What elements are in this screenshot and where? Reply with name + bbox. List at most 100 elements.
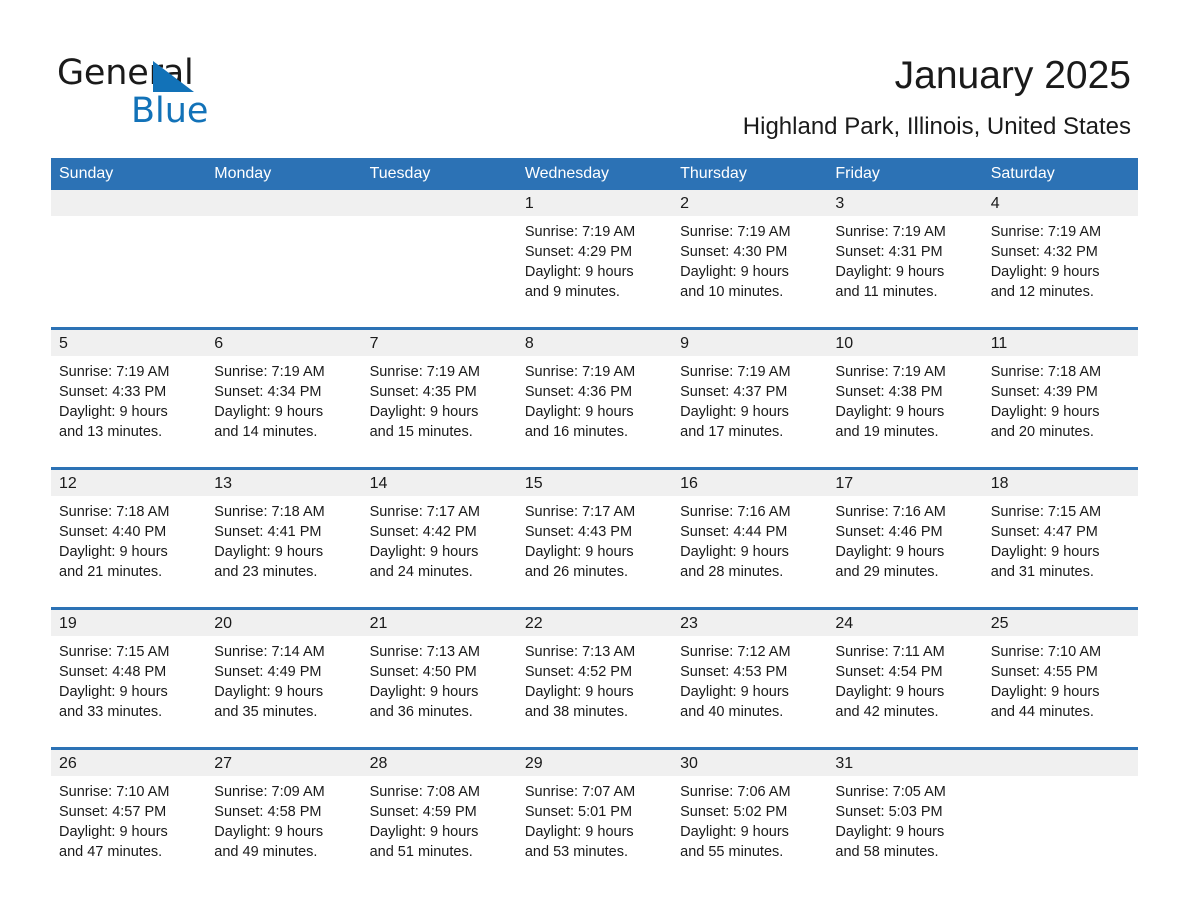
day-details: Sunrise: 7:15 AM Sunset: 4:48 PM Daylight:…	[51, 636, 206, 736]
calendar-day-cell[interactable]: 3 Sunrise: 7:19 AM Sunset: 4:31 PM Daylight…	[827, 190, 983, 316]
day-number: 10	[827, 330, 983, 356]
sunrise-text: Sunrise: 7:17 AM	[369, 504, 480, 520]
calendar-day-cell[interactable]: 13 Sunrise: 7:18 AM Sunset: 4:41 PM Dayligh…	[206, 467, 362, 596]
logo-text-blue: Blue	[131, 91, 209, 131]
day-number: 13	[206, 470, 362, 496]
daylight-text-line1: Daylight: 9 hours	[59, 824, 168, 840]
sunrise-text: Sunrise: 7:15 AM	[990, 504, 1102, 520]
calendar-day-cell[interactable]: 12 Sunrise: 7:18 AM Sunset: 4:40 PM Dayligh…	[51, 467, 207, 596]
day-number	[206, 190, 362, 216]
day-number: 7	[361, 330, 517, 356]
sunrise-text: Sunrise: 7:18 AM	[59, 504, 170, 520]
calendar-day-cell[interactable]: 17 Sunrise: 7:16 AM Sunset: 4:46 PM Dayligh…	[827, 467, 983, 596]
daylight-text-line2: and 44 minutes.	[990, 704, 1094, 720]
calendar-day-cell[interactable]: 18 Sunrise: 7:15 AM Sunset: 4:47 PM Dayligh…	[982, 467, 1138, 596]
sunset-text: Sunset: 4:32 PM	[990, 244, 1098, 260]
day-number: 29	[516, 750, 673, 776]
calendar-day-cell[interactable]: 14 Sunrise: 7:17 AM Sunset: 4:42 PM Dayligh…	[361, 467, 517, 596]
daylight-text-line2: and 21 minutes.	[59, 564, 163, 580]
calendar-day-cell[interactable]: 22 Sunrise: 7:13 AM Sunset: 4:52 PM Dayligh…	[516, 607, 673, 736]
day-details: Sunrise: 7:19 AM Sunset: 4:31 PM Daylight:…	[827, 216, 982, 316]
calendar-day-cell[interactable]: 1 Sunrise: 7:19 AM Sunset: 4:29 PM Daylight…	[516, 190, 673, 316]
calendar-day-cell[interactable]: 29 Sunrise: 7:07 AM Sunset: 5:01 PM Dayligh…	[516, 747, 673, 876]
calendar-day-cell[interactable]: 26 Sunrise: 7:10 AM Sunset: 4:57 PM Dayligh…	[51, 747, 207, 876]
page-header: General Blue January 2025 Highland Park,…	[0, 0, 1188, 150]
day-details: Sunrise: 7:08 AM Sunset: 4:59 PM Daylight:…	[362, 776, 517, 876]
day-details: Sunrise: 7:19 AM Sunset: 4:32 PM Daylight:…	[983, 216, 1138, 316]
sunrise-text: Sunrise: 7:19 AM	[680, 224, 791, 240]
sunset-text: Sunset: 5:01 PM	[524, 804, 633, 820]
calendar-day-cell[interactable]: 27 Sunrise: 7:09 AM Sunset: 4:58 PM Dayligh…	[206, 747, 362, 876]
day-number: 18	[982, 470, 1138, 496]
daylight-text-line1: Daylight: 9 hours	[835, 404, 945, 420]
daylight-text-line2: and 11 minutes.	[835, 284, 938, 300]
calendar-day-cell[interactable]: 11 Sunrise: 7:18 AM Sunset: 4:39 PM Dayligh…	[982, 327, 1138, 456]
calendar-day-cell[interactable]: 10 Sunrise: 7:19 AM Sunset: 4:38 PM Dayligh…	[827, 327, 983, 456]
daylight-text-line2: and 9 minutes.	[524, 284, 620, 300]
calendar-day-cell[interactable]: 6 Sunrise: 7:19 AM Sunset: 4:34 PM Daylight…	[206, 327, 362, 456]
calendar-day-cell[interactable]: 31 Sunrise: 7:05 AM Sunset: 5:03 PM Dayligh…	[827, 747, 983, 876]
calendar-week-row: 12 Sunrise: 7:18 AM Sunset: 4:40 PM Dayligh…	[51, 467, 1138, 596]
calendar-page: General Blue January 2025 Highland Park,…	[0, 0, 1188, 918]
daylight-text-line2: and 28 minutes.	[680, 564, 784, 580]
sunset-text: Sunset: 4:36 PM	[524, 384, 633, 400]
daylight-text-line2: and 51 minutes.	[369, 844, 473, 860]
sunrise-text: Sunrise: 7:16 AM	[835, 504, 946, 520]
calendar-body: 1 Sunrise: 7:19 AM Sunset: 4:29 PM Daylight…	[51, 190, 1138, 876]
calendar-day-cell[interactable]: 21 Sunrise: 7:13 AM Sunset: 4:50 PM Dayligh…	[361, 607, 517, 736]
calendar-day-cell[interactable]: 7 Sunrise: 7:19 AM Sunset: 4:35 PM Daylight…	[361, 327, 517, 456]
calendar-day-cell[interactable]: 4 Sunrise: 7:19 AM Sunset: 4:32 PM Daylight…	[982, 190, 1138, 316]
general-blue-logo[interactable]: General Blue	[57, 52, 287, 132]
daylight-text-line1: Daylight: 9 hours	[524, 684, 634, 700]
day-number	[51, 190, 207, 216]
daylight-text-line2: and 33 minutes.	[59, 704, 163, 720]
daylight-text-line1: Daylight: 9 hours	[835, 824, 945, 840]
day-number: 26	[51, 750, 207, 776]
sunrise-text: Sunrise: 7:11 AM	[835, 644, 945, 660]
calendar-cell-empty	[361, 190, 517, 316]
sunrise-text: Sunrise: 7:10 AM	[59, 784, 170, 800]
calendar-week-row: 5 Sunrise: 7:19 AM Sunset: 4:33 PM Daylight…	[51, 327, 1138, 456]
week-spacer	[51, 456, 1138, 469]
daylight-text-line1: Daylight: 9 hours	[214, 404, 324, 420]
sunset-text: Sunset: 4:37 PM	[680, 384, 788, 400]
sunrise-text: Sunrise: 7:10 AM	[990, 644, 1102, 660]
calendar-day-cell[interactable]: 8 Sunrise: 7:19 AM Sunset: 4:36 PM Daylight…	[516, 327, 673, 456]
daylight-text-line1: Daylight: 9 hours	[680, 404, 789, 420]
weekday-header-thursday: Thursday	[672, 158, 828, 190]
sunset-text: Sunset: 4:49 PM	[214, 664, 322, 680]
daylight-text-line1: Daylight: 9 hours	[59, 544, 168, 560]
daylight-text-line1: Daylight: 9 hours	[990, 264, 1100, 280]
day-details	[362, 216, 517, 298]
calendar-day-cell[interactable]: 2 Sunrise: 7:19 AM Sunset: 4:30 PM Daylight…	[672, 190, 828, 316]
sunrise-text: Sunrise: 7:19 AM	[680, 364, 791, 380]
day-number	[982, 750, 1138, 776]
daylight-text-line1: Daylight: 9 hours	[990, 684, 1100, 700]
calendar-day-cell[interactable]: 30 Sunrise: 7:06 AM Sunset: 5:02 PM Dayligh…	[672, 747, 828, 876]
weekday-header-monday: Monday	[206, 158, 362, 190]
calendar-day-cell[interactable]: 28 Sunrise: 7:08 AM Sunset: 4:59 PM Dayligh…	[361, 747, 517, 876]
day-number: 30	[672, 750, 828, 776]
calendar-day-cell[interactable]: 15 Sunrise: 7:17 AM Sunset: 4:43 PM Dayligh…	[516, 467, 673, 596]
daylight-text-line2: and 58 minutes.	[835, 844, 939, 860]
calendar-day-cell[interactable]: 25 Sunrise: 7:10 AM Sunset: 4:55 PM Dayligh…	[982, 607, 1138, 736]
daylight-text-line2: and 24 minutes.	[369, 564, 473, 580]
day-details: Sunrise: 7:11 AM Sunset: 4:54 PM Daylight:…	[827, 636, 982, 736]
calendar-day-cell[interactable]: 23 Sunrise: 7:12 AM Sunset: 4:53 PM Dayligh…	[672, 607, 828, 736]
daylight-text-line2: and 42 minutes.	[835, 704, 939, 720]
calendar-day-cell[interactable]: 20 Sunrise: 7:14 AM Sunset: 4:49 PM Dayligh…	[206, 607, 362, 736]
calendar-day-cell[interactable]: 5 Sunrise: 7:19 AM Sunset: 4:33 PM Daylight…	[51, 327, 207, 456]
weekday-header-saturday: Saturday	[982, 158, 1138, 190]
calendar-header-row: Sunday Monday Tuesday Wednesday Thursday…	[51, 158, 1138, 190]
calendar-day-cell[interactable]: 19 Sunrise: 7:15 AM Sunset: 4:48 PM Dayligh…	[51, 607, 207, 736]
sunset-text: Sunset: 4:29 PM	[524, 244, 633, 260]
calendar-day-cell[interactable]: 24 Sunrise: 7:11 AM Sunset: 4:54 PM Dayligh…	[827, 607, 983, 736]
sunset-text: Sunset: 4:44 PM	[680, 524, 788, 540]
daylight-text-line2: and 23 minutes.	[214, 564, 318, 580]
daylight-text-line2: and 10 minutes.	[680, 284, 784, 300]
sunset-text: Sunset: 4:39 PM	[990, 384, 1098, 400]
calendar-day-cell[interactable]: 9 Sunrise: 7:19 AM Sunset: 4:37 PM Daylight…	[672, 327, 828, 456]
calendar-day-cell[interactable]: 16 Sunrise: 7:16 AM Sunset: 4:44 PM Dayligh…	[672, 467, 828, 596]
day-details: Sunrise: 7:18 AM Sunset: 4:40 PM Daylight:…	[51, 496, 206, 596]
sunrise-text: Sunrise: 7:18 AM	[214, 504, 325, 520]
